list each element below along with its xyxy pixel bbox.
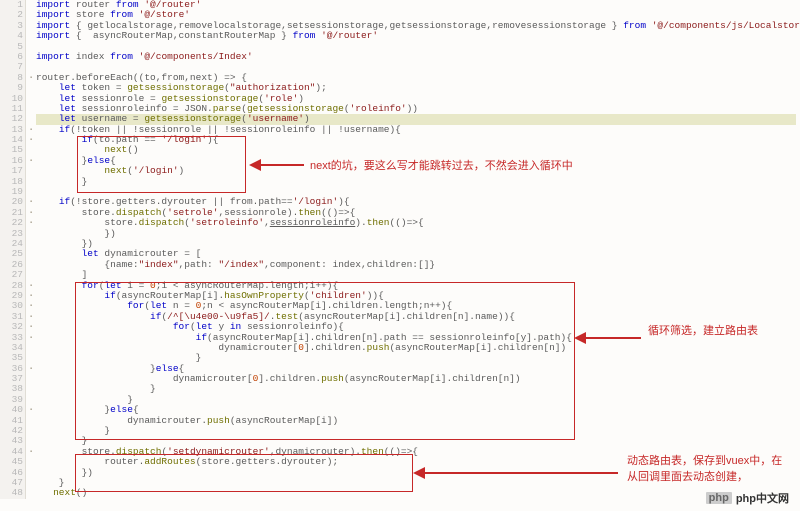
line-number: 32 [0, 322, 23, 332]
annotation-arrow-1 [249, 154, 309, 176]
watermark-logo: php [706, 492, 732, 504]
annotation-box-1 [77, 136, 246, 193]
annotation-arrow-2 [574, 327, 646, 349]
annotation-text-1: next的坑，要这么写才能跳转过去，不然会进入循环中 [310, 157, 573, 173]
annotation-box-2 [75, 282, 575, 440]
code-line[interactable]: import index from '@/components/Index' [36, 52, 800, 62]
annotation-arrow-3 [413, 462, 623, 484]
code-line[interactable]: store.dispatch('setroleinfo',sessionrole… [36, 218, 800, 228]
code-line[interactable]: }) [36, 229, 800, 239]
line-number: 48 [0, 488, 23, 498]
line-number: 9 [0, 83, 23, 93]
line-number: 4 [0, 31, 23, 41]
code-line[interactable]: import { asyncRouterMap,constantRouterMa… [36, 31, 800, 41]
line-number-gutter: 1234567891011121314151617181920212223242… [0, 0, 26, 499]
line-number: 27 [0, 270, 23, 280]
annotation-text-2: 循环筛选，建立路由表 [648, 322, 758, 338]
watermark: php php中文网 [700, 488, 795, 508]
annotation-text-3: 动态路由表，保存到vuex中，在 从回调里面去动态创建， [627, 452, 782, 484]
annotation-box-3 [75, 454, 413, 492]
watermark-text: php中文网 [736, 490, 789, 506]
code-line[interactable]: {name:"index",path: "/index",component: … [36, 260, 800, 270]
